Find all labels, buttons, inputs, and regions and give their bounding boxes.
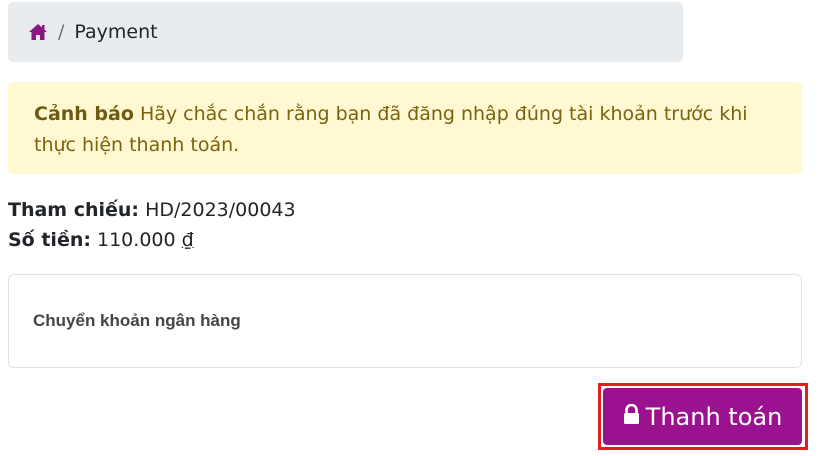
currency-symbol: ₫ — [181, 229, 194, 251]
reference-label: Tham chiếu: — [8, 199, 140, 221]
amount-label: Số tiền: — [8, 229, 91, 251]
reference-value: HD/2023/00043 — [139, 199, 296, 221]
payment-method-label: Chuyển khoản ngân hàng — [33, 311, 241, 330]
payment-info: Tham chiếu: HD/2023/00043 Số tiền: 110.0… — [8, 195, 296, 255]
amount-row: Số tiền: 110.000 ₫ — [8, 225, 296, 255]
lock-icon — [623, 403, 640, 431]
payment-method-option[interactable]: Chuyển khoản ngân hàng — [8, 274, 802, 368]
breadcrumb-current: Payment — [74, 21, 158, 43]
reference-row: Tham chiếu: HD/2023/00043 — [8, 195, 296, 225]
warning-alert: Cảnh báo Hãy chắc chắn rằng bạn đã đăng … — [8, 82, 802, 174]
pay-button[interactable]: Thanh toán — [603, 388, 802, 445]
pay-button-label: Thanh toán — [645, 402, 783, 431]
breadcrumb: / Payment — [8, 2, 683, 62]
alert-title: Cảnh báo — [34, 103, 134, 125]
breadcrumb-separator: / — [58, 21, 65, 43]
home-icon[interactable] — [28, 23, 48, 41]
amount-value: 110.000 — [90, 229, 182, 251]
alert-message: Hãy chắc chắn rằng bạn đã đăng nhập đúng… — [34, 103, 748, 156]
